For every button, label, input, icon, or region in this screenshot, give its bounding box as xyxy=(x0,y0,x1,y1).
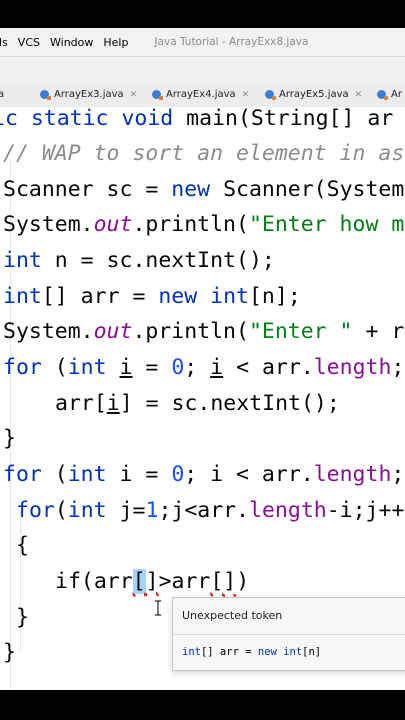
code-line: for(int j=1;j<arr.length-i;j++ xyxy=(16,498,405,523)
code-line: } xyxy=(3,426,16,451)
code-line: System.out.println("Enter " + r xyxy=(3,319,405,344)
code-line: int n = sc.nextInt(); xyxy=(3,248,275,273)
code-line: for (int i = 0; i < arr.length; xyxy=(3,462,405,487)
tooltip-code-context: int[] arr = new int[n] xyxy=(182,646,322,658)
tab-label: ArrayEx5.java xyxy=(279,89,349,100)
tab-arrayex4[interactable]: ArrayEx4.java ✕ xyxy=(152,89,249,100)
menu-item-window[interactable]: Window xyxy=(50,36,93,49)
code-line: Scanner sc = new Scanner(System xyxy=(3,177,405,202)
code-line: // WAP to sort an element in as xyxy=(3,141,405,166)
editor-tabs: a ArrayEx3.java ✕ ArrayEx4.java ✕ ArrayE… xyxy=(0,85,405,108)
tab-label: Ar xyxy=(391,89,402,100)
code-line: arr[i] = sc.nextInt(); xyxy=(55,391,340,416)
code-line: int[] arr = new int[n]; xyxy=(3,284,301,309)
tab-arrayex5[interactable]: ArrayEx5.java ✕ xyxy=(265,89,362,100)
toolbar-area xyxy=(0,57,405,85)
java-class-icon xyxy=(265,90,276,100)
menu-bar: ls VCS Window Help Java Tutorial - Array… xyxy=(0,28,405,57)
java-class-icon xyxy=(152,90,163,100)
code-line: for (int i = 0; i < arr.length; xyxy=(3,355,405,380)
code-line: ic static void main(String[] ar xyxy=(0,107,394,131)
menu-item-tools[interactable]: ls xyxy=(0,36,8,49)
code-line-current: if(arr[]>arr[]) xyxy=(55,569,250,594)
menu-item-vcs[interactable]: VCS xyxy=(18,36,40,49)
close-icon[interactable]: ✕ xyxy=(130,90,138,100)
bottom-black-bar xyxy=(0,690,405,720)
top-black-bar xyxy=(0,0,405,28)
close-icon[interactable]: ✕ xyxy=(355,90,363,100)
window-title: Java Tutorial - ArrayExx8.java xyxy=(154,36,309,48)
code-line: { xyxy=(16,533,29,558)
tab-arrayex3[interactable]: ArrayEx3.java ✕ xyxy=(40,89,137,100)
tab-partial-right[interactable]: Ar xyxy=(377,89,402,100)
code-line: System.out.println("Enter how m xyxy=(3,212,405,237)
menu-item-help[interactable]: Help xyxy=(103,36,128,49)
code-line: } xyxy=(16,605,29,630)
tab-label: ArrayEx4.java xyxy=(166,89,236,100)
tooltip-message: Unexpected token xyxy=(182,609,283,622)
text-cursor-icon xyxy=(155,600,161,616)
tab-label: a xyxy=(0,89,4,100)
java-class-icon xyxy=(377,90,388,100)
java-class-icon xyxy=(40,90,51,100)
code-line: } xyxy=(3,640,16,665)
tab-partial-left[interactable]: a xyxy=(0,89,4,100)
tab-label: ArrayEx3.java xyxy=(54,89,124,100)
close-icon[interactable]: ✕ xyxy=(242,90,250,100)
error-tooltip: Unexpected token int[] arr = new int[n] xyxy=(172,597,405,671)
